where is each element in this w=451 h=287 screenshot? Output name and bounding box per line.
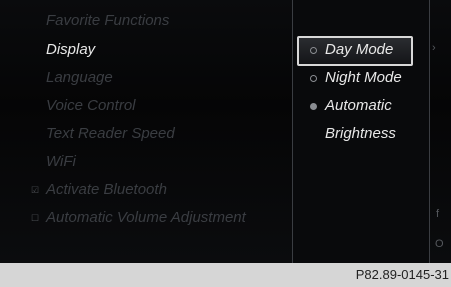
menu-item-label: Automatic Volume Adjustment [46,209,246,226]
menu-item-display[interactable]: Display [46,41,95,58]
radio-empty-icon [310,47,317,54]
option-automatic[interactable]: Automatic [325,97,392,114]
option-label: Night Mode [325,69,402,86]
menu-item-text-reader-speed[interactable]: Text Reader Speed [46,125,175,142]
menu-item-label: Text Reader Speed [46,125,175,142]
menu-item-voice-control[interactable]: Voice Control [46,97,136,114]
menu-item-label: Voice Control [46,97,136,114]
menu-item-label: Favorite Functions [46,12,170,29]
menu-item-label: Display [46,41,96,58]
edge-glyph-bottom: O [435,238,444,250]
menu-item-language[interactable]: Language [46,69,113,86]
menu-item-activate-bluetooth[interactable]: ☑ Activate Bluetooth [31,181,167,198]
edge-glyph-top: › [432,42,436,54]
menu-item-label: Language [46,69,113,86]
radio-empty-icon [310,75,317,82]
head-unit-screen: Favorite Functions Display Language Voic… [0,0,451,263]
option-night-mode[interactable]: Night Mode [325,69,402,86]
option-brightness[interactable]: Brightness [325,125,396,142]
panel-divider-right [429,0,430,263]
option-label: Automatic [325,97,392,114]
menu-item-label: WiFi [46,153,76,170]
menu-item-automatic-volume-adjustment[interactable]: ☐ Automatic Volume Adjustment [31,209,246,226]
option-label: Day Mode [325,41,394,58]
edge-glyph-middle: f [436,208,440,220]
figure-footer: P82.89-0145-31 [0,263,451,287]
checkbox-checked-icon[interactable]: ☑ [31,185,39,196]
option-day-mode[interactable]: Day Mode [325,41,393,58]
option-label: Brightness [325,125,396,142]
checkbox-unchecked-icon[interactable]: ☐ [31,213,39,224]
settings-menu: Favorite Functions Display Language Voic… [0,0,292,263]
radio-filled-icon [310,103,317,110]
menu-item-favorite-functions[interactable]: Favorite Functions [46,12,169,29]
menu-item-label: Activate Bluetooth [46,181,167,198]
menu-item-wifi[interactable]: WiFi [46,153,76,170]
figure-reference: P82.89-0145-31 [355,267,449,282]
